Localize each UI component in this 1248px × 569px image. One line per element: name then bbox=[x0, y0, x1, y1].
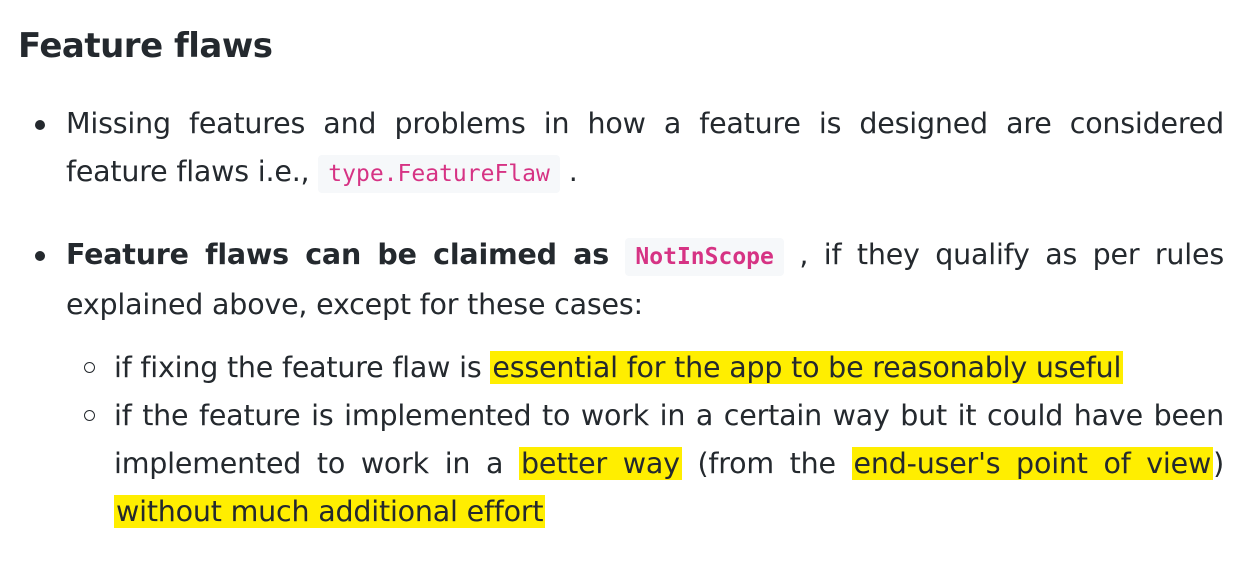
sub-item-text: if fixing the feature flaw is bbox=[114, 351, 491, 384]
highlight-end-user-view: end-user's point of view bbox=[851, 447, 1214, 480]
item-text-end: . bbox=[559, 155, 578, 188]
list-item-claimable-notinscope: Feature flaws can be claimed as NotInSco… bbox=[18, 231, 1224, 536]
sub-item-text-3: ) bbox=[1213, 447, 1224, 480]
code-notinscope: NotInScope bbox=[625, 238, 784, 276]
highlight-without-effort: without much additional effort bbox=[114, 495, 546, 528]
section-heading: Feature flaws bbox=[18, 26, 273, 66]
code-type-featureflaw: type.FeatureFlaw bbox=[318, 155, 560, 193]
highlight-essential: essential for the app to be reasonably u… bbox=[490, 351, 1124, 384]
sub-item-better-way: if the feature is implemented to work in… bbox=[66, 392, 1224, 536]
list-item-missing-features: Missing features and problems in how a f… bbox=[18, 100, 1224, 198]
feature-flaws-list: Missing features and problems in how a f… bbox=[18, 100, 1224, 569]
item-bold-text: Feature flaws can be claimed as bbox=[66, 238, 626, 271]
sub-item-essential: if fixing the feature flaw is essential … bbox=[66, 344, 1224, 392]
exceptions-list: if fixing the feature flaw is essential … bbox=[66, 344, 1224, 536]
sub-item-text-2: (from the bbox=[681, 447, 852, 480]
item-text: Missing features and problems in how a f… bbox=[66, 107, 1224, 188]
highlight-better-way: better way bbox=[518, 447, 682, 480]
